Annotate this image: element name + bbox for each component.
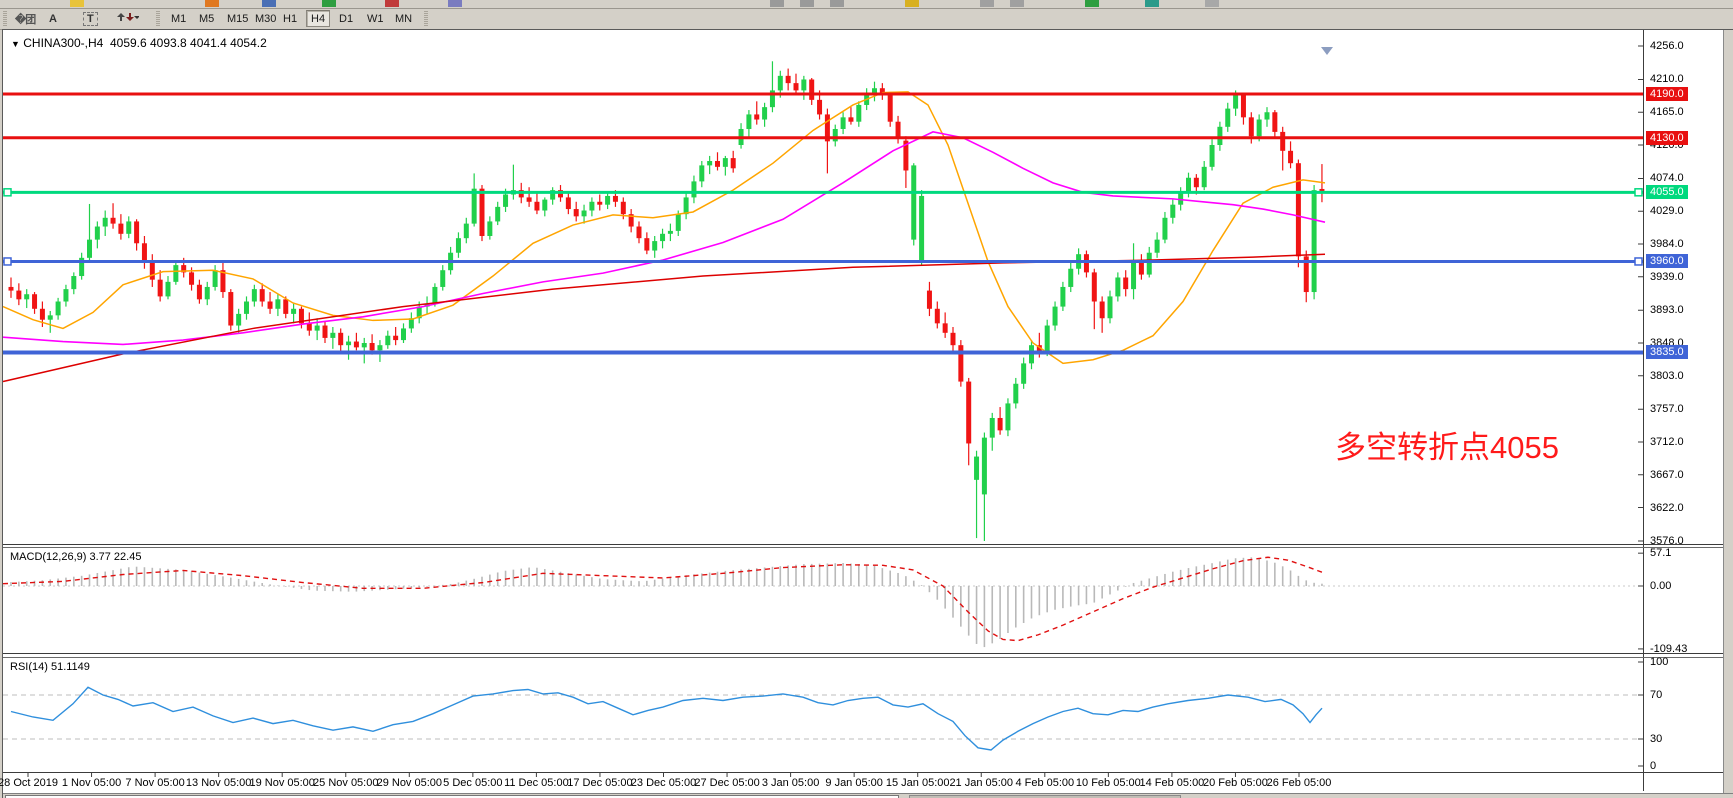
clipped-toolbar-icon [385, 0, 399, 7]
price-level-badge: 4190.0 [1646, 87, 1688, 101]
toolbar-grip[interactable] [3, 11, 7, 27]
clipped-toolbar-icon [800, 0, 814, 7]
upper-toolbar-clipped [0, 0, 1733, 9]
chart-annotation-text[interactable]: 多空转折点4055 [1335, 422, 1559, 467]
clipped-toolbar-icon [262, 0, 276, 7]
price-level-badge: 3835.0 [1646, 345, 1688, 359]
date-tick-label: 28 Oct 2019 [0, 777, 58, 789]
price-tick-label: 3757.0 [1650, 403, 1684, 415]
time-axis-border [3, 772, 1723, 773]
symbol-label: CHINA300-,H4 [23, 36, 103, 50]
timeframe-d1[interactable]: D1 [334, 10, 358, 27]
clipped-toolbar-icon [1010, 0, 1024, 7]
price-tick-label: 4165.0 [1650, 106, 1684, 118]
price-tick-label: 4029.0 [1650, 205, 1684, 217]
toolbar-grip-3 [424, 11, 428, 27]
timeframe-w1[interactable]: W1 [362, 10, 389, 27]
price-tick-label: 4074.0 [1650, 172, 1684, 184]
price-tick-label: 3803.0 [1650, 370, 1684, 382]
clipped-toolbar-icon [1085, 0, 1099, 7]
date-tick-label: 26 Feb 05:00 [1267, 777, 1332, 789]
date-tick-label: 7 Nov 05:00 [125, 777, 184, 789]
macd-label: MACD(12,26,9) 3.77 22.45 [10, 551, 141, 563]
pane-splitter-macd[interactable] [3, 544, 1723, 545]
price-tick-label: 3622.0 [1650, 502, 1684, 514]
toolbar: �团 A T M1M5M15M30H1H4D1W1MN [0, 9, 1733, 30]
clipped-toolbar-icon [980, 0, 994, 7]
text-label-button[interactable]: T [78, 10, 103, 27]
date-tick-label: 9 Jan 05:00 [825, 777, 883, 789]
price-tick-label: 3893.0 [1650, 304, 1684, 316]
chart-canvas [3, 30, 1723, 798]
macd-tick-label: -109.43 [1650, 643, 1687, 655]
price-tick-label: 3576.0 [1650, 535, 1684, 547]
clipped-toolbar-icon [205, 0, 219, 7]
timeframe-mn[interactable]: MN [390, 10, 417, 27]
rsi-tick-label: 100 [1650, 656, 1668, 668]
symbol-dropdown-icon[interactable]: ▼ [11, 39, 20, 49]
date-tick-label: 1 Nov 05:00 [62, 777, 121, 789]
date-tick-label: 10 Feb 05:00 [1076, 777, 1141, 789]
crosshair-grid-icon[interactable]: �团 [10, 10, 40, 27]
date-tick-label: 19 Nov 05:00 [249, 777, 314, 789]
clipped-toolbar-icon [1205, 0, 1219, 7]
toolbar-grip-2[interactable] [156, 11, 160, 27]
clipped-toolbar-icon [322, 0, 336, 7]
price-level-badge: 4130.0 [1646, 131, 1688, 145]
mt4-window: �团 A T M1M5M15M30H1H4D1W1MN ▼ CHINA300-,… [0, 0, 1733, 798]
rsi-tick-label: 30 [1650, 733, 1662, 745]
clipped-toolbar-icon [905, 0, 919, 7]
timeframe-m1[interactable]: M1 [166, 10, 191, 27]
price-tick-label: 3712.0 [1650, 436, 1684, 448]
date-tick-label: 27 Dec 05:00 [694, 777, 759, 789]
clipped-toolbar-icon [1145, 0, 1159, 7]
clipped-toolbar-icon [830, 0, 844, 7]
macd-tick-label: 0.00 [1650, 580, 1671, 592]
timeframe-m15[interactable]: M15 [222, 10, 253, 27]
date-tick-label: 29 Nov 05:00 [377, 777, 442, 789]
price-axis-border [1643, 30, 1644, 791]
price-level-badge: 3960.0 [1646, 254, 1688, 268]
price-level-badge: 4055.0 [1646, 185, 1688, 199]
macd-tick-label: 57.1 [1650, 547, 1671, 559]
date-tick-label: 17 Dec 05:00 [567, 777, 632, 789]
pane-splitter-rsi-2 [3, 657, 1723, 658]
window-right-strip [1723, 30, 1733, 798]
swap-arrows-icon [117, 11, 139, 23]
date-tick-label: 25 Nov 05:00 [313, 777, 378, 789]
chart-window[interactable]: ▼ CHINA300-,H4 4059.6 4093.8 4041.4 4054… [2, 29, 1733, 798]
timeframe-m5[interactable]: M5 [194, 10, 219, 27]
date-tick-label: 20 Feb 05:00 [1203, 777, 1268, 789]
rsi-tick-label: 70 [1650, 689, 1662, 701]
date-tick-label: 23 Dec 05:00 [631, 777, 696, 789]
price-tick-label: 3939.0 [1650, 271, 1684, 283]
date-tick-label: 5 Dec 05:00 [443, 777, 502, 789]
clipped-toolbar-icon [770, 0, 784, 7]
pane-splitter-macd-2 [3, 547, 1723, 548]
date-tick-label: 4 Feb 05:00 [1015, 777, 1074, 789]
price-tick-label: 3984.0 [1650, 238, 1684, 250]
quote-ohlc: 4059.6 4093.8 4041.4 4054.2 [110, 36, 267, 50]
date-tick-label: 21 Jan 05:00 [949, 777, 1013, 789]
date-tick-label: 11 Dec 05:00 [504, 777, 569, 789]
price-tick-label: 3667.0 [1650, 469, 1684, 481]
symbol-ohlc-line: ▼ CHINA300-,H4 4059.6 4093.8 4041.4 4054… [11, 36, 267, 50]
date-tick-label: 15 Jan 05:00 [886, 777, 950, 789]
pane-splitter-rsi[interactable] [3, 653, 1723, 654]
date-tick-label: 14 Feb 05:00 [1139, 777, 1204, 789]
font-a-button[interactable]: A [42, 10, 64, 27]
date-tick-label: 13 Nov 05:00 [186, 777, 251, 789]
rsi-label: RSI(14) 51.1149 [10, 661, 90, 673]
date-tick-label: 3 Jan 05:00 [762, 777, 820, 789]
timeframe-m30[interactable]: M30 [250, 10, 281, 27]
rsi-tick-label: 0 [1650, 760, 1656, 772]
timeframe-h1[interactable]: H1 [278, 10, 302, 27]
clipped-toolbar-icon [70, 0, 84, 7]
price-tick-label: 4256.0 [1650, 40, 1684, 52]
clipped-toolbar-icon [448, 0, 462, 7]
timeframe-h4[interactable]: H4 [306, 10, 330, 27]
bottom-tabbar-clipped [3, 793, 1733, 798]
price-tick-label: 4210.0 [1650, 73, 1684, 85]
arrows-tool-button[interactable] [116, 10, 150, 27]
